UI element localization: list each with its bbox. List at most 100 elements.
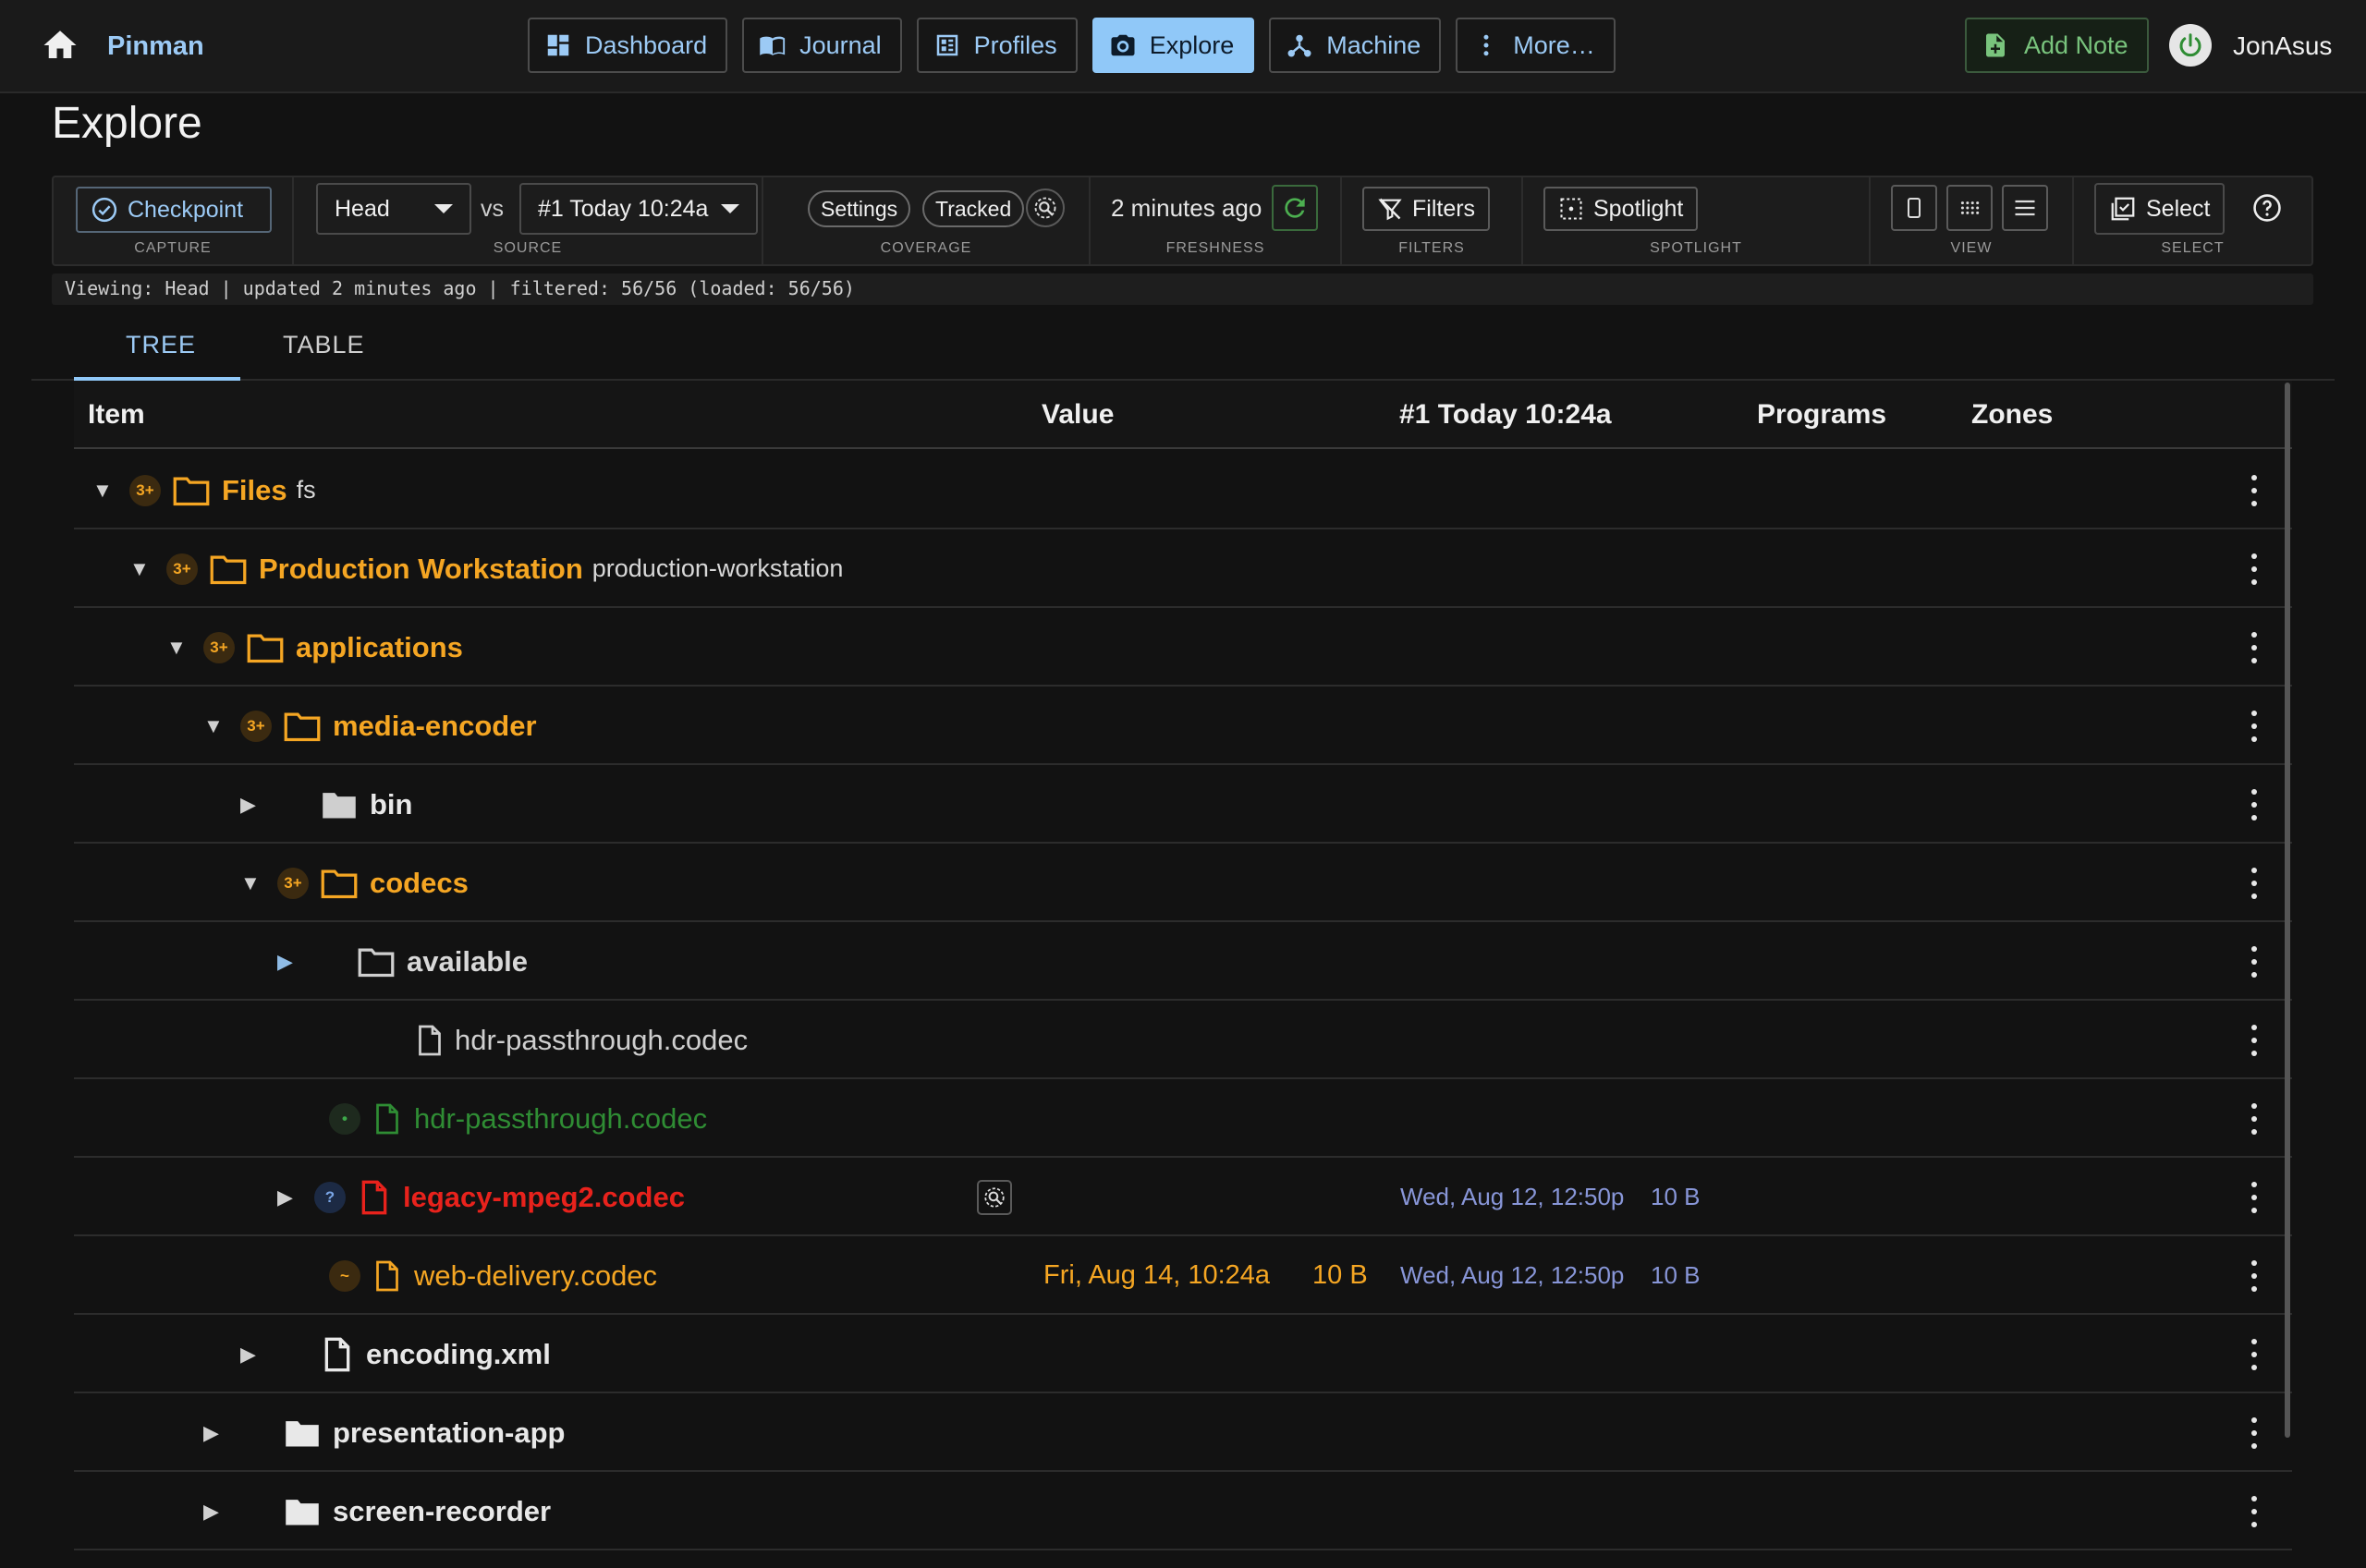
checkpoint-button[interactable]: Checkpoint xyxy=(76,187,272,233)
refresh-button[interactable] xyxy=(1272,185,1318,231)
table-row[interactable]: ▼ 3+ applications xyxy=(74,608,2292,687)
tab-tree[interactable]: TREE xyxy=(126,331,196,359)
item-name: hdr-passthrough.codec xyxy=(414,1101,708,1135)
view-grid-button[interactable] xyxy=(1946,185,1993,231)
source-right-select[interactable]: #1 Today 10:24a xyxy=(519,183,758,235)
source-left-select[interactable]: Head xyxy=(316,183,471,235)
view-single-button[interactable] xyxy=(1891,185,1937,231)
row-menu-icon[interactable] xyxy=(2250,1417,2259,1449)
freshness-section: 2 minutes ago FRESHNESS xyxy=(1091,177,1342,264)
tracked-pill[interactable]: Tracked xyxy=(922,190,1025,227)
power-button[interactable] xyxy=(2169,24,2212,67)
nav-profiles-button[interactable]: Profiles xyxy=(916,18,1078,73)
table-row[interactable]: ▼ 3+ codecs xyxy=(74,844,2292,922)
item-name: Files xyxy=(222,473,287,506)
chevron-down-icon xyxy=(434,204,453,213)
table-row[interactable]: ~ web-delivery.codec Fri, Aug 14, 10:24a… xyxy=(74,1236,2292,1315)
table-row[interactable]: ▶ presentation-app xyxy=(74,1393,2292,1472)
table-scrollbar[interactable] xyxy=(2285,383,2290,1438)
app-name[interactable]: Pinman xyxy=(107,31,204,62)
settings-pill[interactable]: Settings xyxy=(808,190,911,227)
tracked-label: Tracked xyxy=(935,196,1012,221)
row-menu-icon[interactable] xyxy=(2250,868,2259,899)
coverage-search-button[interactable] xyxy=(1026,188,1065,227)
explore-toolbar: Checkpoint CAPTURE Head vs #1 Today 10:2… xyxy=(52,176,2313,266)
expand-toggle-closed[interactable]: ▶ xyxy=(277,950,299,974)
grid-dots-icon xyxy=(1960,201,1980,214)
vs-label: vs xyxy=(481,196,504,222)
expand-toggle-closed[interactable]: ▶ xyxy=(203,1421,226,1445)
user-name[interactable]: JonAsus xyxy=(2233,31,2332,61)
status-line: Viewing: Head | updated 2 minutes ago | … xyxy=(52,273,2313,305)
expand-toggle-closed[interactable]: ▶ xyxy=(240,793,262,817)
nav-label: Dashboard xyxy=(585,30,708,59)
view-list-button[interactable] xyxy=(2002,185,2048,231)
nav-more-button[interactable]: More… xyxy=(1456,18,1616,73)
select-caption: SELECT xyxy=(2161,240,2225,256)
item-name: applications xyxy=(296,630,463,663)
row-menu-icon[interactable] xyxy=(2250,553,2259,585)
row-menu-icon[interactable] xyxy=(2250,1182,2259,1213)
row-menu-icon[interactable] xyxy=(2250,632,2259,663)
top-bar: Pinman Dashboard Journal Profiles Explor… xyxy=(0,0,2366,93)
column-header-item[interactable]: Item xyxy=(88,399,145,431)
filters-button[interactable]: Filters xyxy=(1362,187,1491,231)
row-menu-icon[interactable] xyxy=(2250,1496,2259,1527)
table-row[interactable]: ▼ 3+ media-encoder xyxy=(74,687,2292,765)
row-menu-icon[interactable] xyxy=(2250,1103,2259,1135)
select-check-icon xyxy=(2111,197,2135,221)
row-menu-icon[interactable] xyxy=(2250,1339,2259,1370)
column-header-value[interactable]: Value xyxy=(1042,399,1114,431)
table-row[interactable]: ▶ ? legacy-mpeg2.codec Wed, Aug 12, 12:5… xyxy=(74,1158,2292,1236)
table-row[interactable]: • hdr-passthrough.codec xyxy=(74,1079,2292,1158)
row-menu-icon[interactable] xyxy=(2250,1260,2259,1292)
table-row[interactable]: ▼ 3+ Production Workstation production-w… xyxy=(74,529,2292,608)
column-header-zones[interactable]: Zones xyxy=(1971,399,2053,431)
capture-caption: CAPTURE xyxy=(134,240,212,256)
table-row[interactable]: ▼ 3+ Files fs xyxy=(74,451,2292,529)
add-note-button[interactable]: Add Note xyxy=(1965,18,2149,73)
nav-dashboard-button[interactable]: Dashboard xyxy=(528,18,728,73)
help-icon[interactable] xyxy=(2251,192,2283,224)
inspect-button[interactable] xyxy=(977,1179,1012,1215)
filter-off-icon xyxy=(1378,198,1402,221)
row-menu-icon[interactable] xyxy=(2250,711,2259,742)
column-header-programs[interactable]: Programs xyxy=(1757,399,1886,431)
expand-toggle-open[interactable]: ▼ xyxy=(166,636,189,660)
spotlight-label: Spotlight xyxy=(1593,195,1684,222)
nav-label: Machine xyxy=(1326,30,1421,59)
select-button[interactable]: Select xyxy=(2094,183,2226,235)
nav-label: Journal xyxy=(799,30,882,59)
table-row[interactable]: hdr-passthrough.codec xyxy=(74,1001,2292,1079)
folder-filled-icon xyxy=(323,792,356,819)
coverage-section: Settings Tracked COVERAGE xyxy=(763,177,1091,264)
expand-toggle-open[interactable]: ▼ xyxy=(203,714,226,738)
table-row[interactable]: ▶ screen-recorder xyxy=(74,1472,2292,1550)
tab-table[interactable]: TABLE xyxy=(283,331,365,359)
row-menu-icon[interactable] xyxy=(2250,475,2259,506)
expand-toggle-open[interactable]: ▼ xyxy=(129,557,152,581)
table-row[interactable]: ▶ available xyxy=(74,922,2292,1001)
expand-toggle-closed[interactable]: ▶ xyxy=(277,1185,299,1209)
view-section: VIEW xyxy=(1871,177,2074,264)
column-header-snapshot[interactable]: #1 Today 10:24a xyxy=(1399,399,1612,431)
network-icon xyxy=(1287,34,1311,57)
expand-toggle-open[interactable]: ▼ xyxy=(92,479,115,503)
filters-caption: FILTERS xyxy=(1398,240,1465,256)
expand-toggle-open[interactable]: ▼ xyxy=(240,871,262,895)
nav-explore-button[interactable]: Explore xyxy=(1092,18,1255,73)
row-menu-icon[interactable] xyxy=(2250,1025,2259,1056)
value-size: 10 B xyxy=(1312,1260,1368,1290)
home-icon[interactable] xyxy=(41,26,79,65)
row-menu-icon[interactable] xyxy=(2250,946,2259,978)
book-icon xyxy=(760,36,786,55)
row-menu-icon[interactable] xyxy=(2250,789,2259,820)
table-row[interactable]: ▶ encoding.xml xyxy=(74,1315,2292,1393)
nav-label: More… xyxy=(1513,30,1595,59)
expand-toggle-closed[interactable]: ▶ xyxy=(240,1343,262,1367)
table-row[interactable]: ▶ bin xyxy=(74,765,2292,844)
nav-machine-button[interactable]: Machine xyxy=(1269,18,1442,73)
spotlight-button[interactable]: Spotlight xyxy=(1543,187,1699,231)
nav-journal-button[interactable]: Journal xyxy=(742,18,902,73)
expand-toggle-closed[interactable]: ▶ xyxy=(203,1500,226,1524)
